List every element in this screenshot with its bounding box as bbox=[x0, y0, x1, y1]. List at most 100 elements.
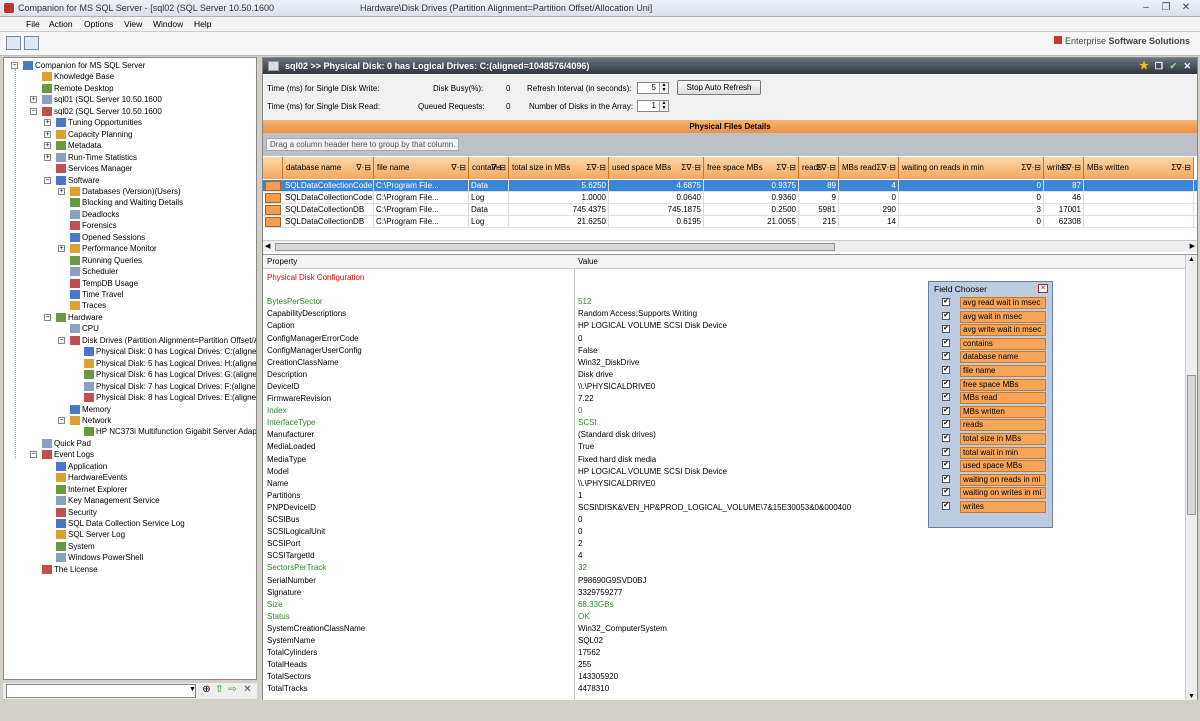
column-filter-icon[interactable]: Σ∇·⊟ bbox=[1021, 157, 1041, 179]
expand-icon[interactable]: + bbox=[30, 96, 37, 104]
tree-node[interactable]: Knowledge Base bbox=[42, 71, 114, 82]
table-cell[interactable]: Log bbox=[469, 192, 509, 204]
stop-auto-refresh-button[interactable]: Stop Auto Refresh bbox=[677, 80, 761, 95]
table-cell[interactable]: 14 bbox=[839, 216, 899, 228]
tree-node[interactable]: + sql01 (SQL Server 10.50.1600 bbox=[30, 94, 162, 105]
value-column-header[interactable]: Value bbox=[578, 257, 598, 266]
expand-icon[interactable]: + bbox=[44, 130, 51, 138]
expand-icon[interactable]: + bbox=[44, 153, 51, 161]
column-filter-icon[interactable]: Σ∇·⊟ bbox=[776, 157, 796, 179]
tree-node[interactable]: Deadlocks bbox=[70, 209, 119, 220]
tree-node[interactable]: Forensics bbox=[70, 220, 117, 231]
field-checkbox[interactable]: ✔ bbox=[942, 434, 950, 442]
clear-icon[interactable]: ✕ bbox=[242, 685, 253, 696]
tree-node[interactable]: Time Travel bbox=[70, 289, 124, 300]
table-cell[interactable]: 5.6250 bbox=[509, 180, 609, 192]
field-label[interactable]: total size in MBs bbox=[960, 433, 1046, 445]
expand-icon[interactable]: + bbox=[58, 245, 65, 253]
tree-node[interactable]: Windows PowerShell bbox=[56, 552, 143, 563]
physical-files-grid[interactable]: database name ∇·⊟ file name ∇·⊟ contains ∇·⊟ t… bbox=[263, 156, 1197, 238]
tree-node[interactable]: Key Management Service bbox=[56, 495, 160, 506]
field-label[interactable]: avg read wait in msec bbox=[960, 297, 1046, 309]
column-header[interactable]: MBs written Σ∇·⊟ bbox=[1084, 157, 1194, 179]
field-label[interactable]: avg write wait in msec bbox=[960, 324, 1046, 337]
table-cell[interactable]: 21.6250 bbox=[509, 216, 609, 228]
table-row[interactable]: SQLDataCollectionCode C:\Program File... D… bbox=[263, 180, 1197, 192]
panel-close-icon[interactable]: ✕ bbox=[1183, 58, 1191, 74]
table-cell[interactable]: 1.0000 bbox=[509, 192, 609, 204]
field-chooser-item[interactable]: ✔ reads bbox=[942, 419, 1046, 432]
column-filter-icon[interactable]: Σ∇·⊟ bbox=[681, 157, 701, 179]
table-cell[interactable]: C:\Program File... bbox=[374, 204, 469, 216]
table-cell[interactable]: Data bbox=[469, 204, 509, 216]
tree-node[interactable]: Blocking and Waiting Details bbox=[70, 197, 183, 208]
column-filter-icon[interactable]: Σ∇·⊟ bbox=[1171, 157, 1191, 179]
tree-node[interactable]: System bbox=[56, 541, 95, 552]
tree-node[interactable]: + Databases (Version)(Users) bbox=[58, 186, 181, 197]
table-cell[interactable] bbox=[1084, 204, 1194, 216]
group-by-area[interactable]: Drag a column header here to group by th… bbox=[263, 133, 1197, 156]
field-label[interactable]: total wait in min bbox=[960, 446, 1046, 459]
scroll-thumb[interactable] bbox=[1187, 375, 1196, 515]
row-indicator-icon[interactable] bbox=[265, 205, 281, 215]
column-filter-icon[interactable]: Σ∇·⊟ bbox=[586, 157, 606, 179]
table-cell[interactable]: 0 bbox=[899, 180, 1044, 192]
spinner-arrows-icon[interactable]: ▲ ▼ bbox=[659, 101, 668, 111]
refresh-interval-spinner[interactable]: 5 ▲ ▼ bbox=[637, 82, 669, 94]
tree-node[interactable]: − Companion for MS SQL Server bbox=[11, 60, 145, 71]
collapse-icon[interactable]: − bbox=[44, 176, 51, 184]
spinner-arrows-icon[interactable]: ▲ ▼ bbox=[659, 83, 668, 93]
property-row[interactable]: SerialNumber P98690G9SVD0BJ bbox=[263, 575, 1185, 587]
property-row[interactable]: TotalTracks 4478310 bbox=[263, 683, 1185, 695]
table-cell[interactable] bbox=[1084, 180, 1194, 192]
field-checkbox[interactable]: ✔ bbox=[942, 311, 950, 320]
column-header[interactable]: writes Σ∇·⊟ bbox=[1044, 157, 1084, 179]
field-label[interactable]: free space MBs bbox=[960, 378, 1046, 391]
disk-count-spinner[interactable]: 1 ▲ ▼ bbox=[637, 100, 669, 112]
tree-node[interactable]: Physical Disk: 7 has Logical Drives: F:(… bbox=[84, 381, 256, 392]
column-header[interactable]: file name ∇·⊟ bbox=[374, 157, 469, 179]
table-cell[interactable] bbox=[1084, 216, 1194, 228]
field-chooser-item[interactable]: ✔ total wait in min bbox=[942, 446, 1046, 459]
column-filter-icon[interactable]: Σ∇·⊟ bbox=[1061, 157, 1081, 179]
scroll-left-icon[interactable]: ◀ bbox=[265, 242, 270, 250]
scroll-thumb[interactable] bbox=[275, 243, 835, 251]
field-checkbox[interactable]: ✔ bbox=[942, 406, 950, 415]
ok-icon[interactable]: ✔ bbox=[1169, 58, 1177, 74]
tree-node[interactable]: Quick Pad bbox=[42, 438, 91, 449]
tree-node[interactable]: − Hardware bbox=[44, 312, 103, 323]
tree-node[interactable]: Physical Disk: 8 has Logical Drives: E:(… bbox=[84, 392, 256, 403]
tree-node[interactable]: Scheduler bbox=[70, 266, 118, 277]
field-chooser-item[interactable]: ✔ free space MBs bbox=[942, 378, 1046, 391]
field-label[interactable]: avg wait in msec bbox=[960, 310, 1046, 323]
copy-icon[interactable]: ❐ bbox=[1155, 58, 1163, 74]
collapse-icon[interactable]: − bbox=[11, 62, 18, 69]
scroll-right-icon[interactable]: ▶ bbox=[1190, 242, 1195, 250]
tree-node[interactable]: − Software bbox=[44, 175, 100, 186]
grid-horizontal-scrollbar[interactable]: ◀ ▶ bbox=[263, 240, 1197, 252]
field-label[interactable]: waiting on writes in mi bbox=[960, 487, 1046, 500]
field-chooser-item[interactable]: ✔ avg read wait in msec bbox=[942, 297, 1046, 309]
field-label[interactable]: writes bbox=[960, 501, 1046, 513]
tree-node[interactable]: TempDB Usage bbox=[70, 278, 138, 289]
property-row[interactable]: Size 68.33GBs bbox=[263, 599, 1185, 611]
column-header[interactable]: contains ∇·⊟ bbox=[469, 157, 509, 179]
column-chooser-icon[interactable] bbox=[263, 157, 283, 179]
field-checkbox[interactable]: ✔ bbox=[942, 325, 950, 334]
table-cell[interactable]: 0 bbox=[899, 216, 1044, 228]
field-chooser-item[interactable]: ✔ MBs read bbox=[942, 392, 1046, 405]
field-checkbox[interactable]: ✔ bbox=[942, 502, 950, 510]
scroll-down-icon[interactable]: ▼ bbox=[1188, 693, 1195, 700]
tree-node[interactable]: + Capacity Planning bbox=[44, 129, 132, 140]
table-cell[interactable]: 0 bbox=[899, 192, 1044, 204]
table-cell[interactable]: C:\Program File... bbox=[374, 216, 469, 228]
field-checkbox[interactable]: ✔ bbox=[942, 298, 950, 306]
tree-node[interactable]: Application bbox=[56, 461, 107, 472]
field-chooser-item[interactable]: ✔ writes bbox=[942, 501, 1046, 513]
column-filter-icon[interactable]: ∇·⊟ bbox=[451, 157, 466, 179]
table-cell[interactable]: Log bbox=[469, 216, 509, 228]
expand-icon[interactable]: + bbox=[44, 142, 51, 150]
column-filter-icon[interactable]: Σ∇·⊟ bbox=[816, 157, 836, 179]
tree-node[interactable]: SQL Data Collection Service Log bbox=[56, 518, 185, 529]
collapse-icon[interactable]: − bbox=[58, 336, 65, 344]
